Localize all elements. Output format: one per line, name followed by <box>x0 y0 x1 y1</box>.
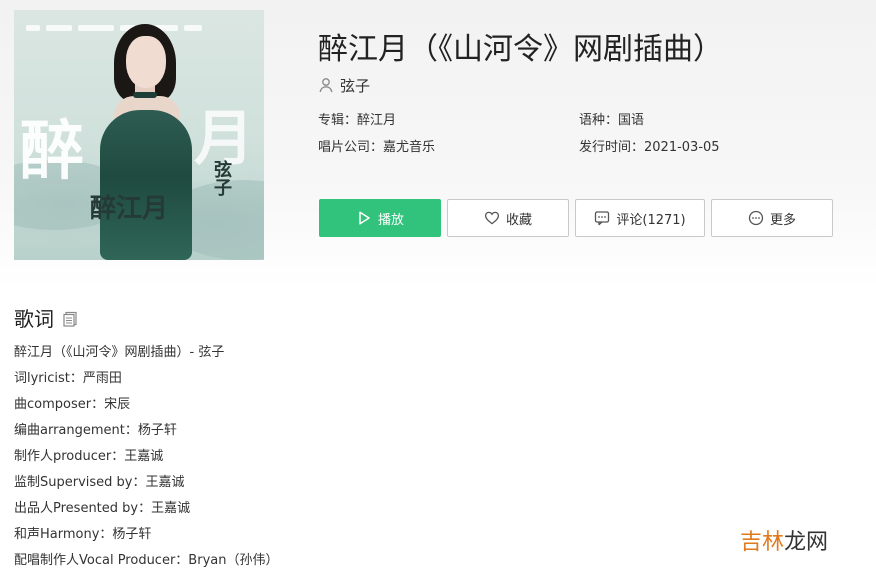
copy-icon[interactable] <box>62 311 78 327</box>
album-cover[interactable]: 醉 月 醉江月 弦子 <box>14 10 264 260</box>
site-watermark: 吉林龙网 <box>740 524 828 556</box>
lyric-line: 曲composer：宋辰 <box>14 397 131 412</box>
cover-calligraphy-left: 醉 <box>20 114 84 189</box>
more-button[interactable]: 更多 <box>711 199 833 237</box>
cover-singer-choker <box>133 92 157 98</box>
release-info: 发行时间：2021-03-05 <box>579 136 720 155</box>
lyrics-heading: 歌词 <box>14 303 78 332</box>
lyric-line: 编曲arrangement：杨子轩 <box>14 423 177 438</box>
play-button-label: 播放 <box>377 212 404 228</box>
watermark-part-1: 吉林 <box>740 530 785 555</box>
cover-calligraphy-artist: 弦子 <box>211 160 232 196</box>
cover-calligraphy-title: 醉江月 <box>90 194 169 224</box>
song-title: 醉江月（《山河令》网剧插曲） <box>318 32 723 67</box>
comment-button[interactable]: 评论(1271) <box>575 199 705 237</box>
lyric-line: 制作人producer：王嘉诚 <box>14 449 164 464</box>
lyric-line: 监制Supervised by：王嘉诚 <box>14 475 185 490</box>
company-value: 嘉尤音乐 <box>383 140 436 155</box>
company-label: 唱片公司： <box>318 140 384 155</box>
lyric-line: 和声Harmony：杨子轩 <box>14 527 152 542</box>
language-value: 国语 <box>618 113 645 128</box>
cover-singer-dress <box>100 110 192 260</box>
comment-button-label: 评论(1271) <box>616 212 686 228</box>
heart-icon <box>484 211 500 225</box>
favorite-button[interactable]: 收藏 <box>447 199 569 237</box>
release-value: 2021-03-05 <box>644 140 720 155</box>
company-info: 唱片公司：嘉尤音乐 <box>318 136 435 155</box>
album-value[interactable]: 醉江月 <box>357 113 396 128</box>
play-icon <box>359 211 370 225</box>
more-button-label: 更多 <box>769 212 796 228</box>
lyrics-list: 醉江月（《山河令》网剧插曲）- 弦子 词lyricist：严雨田 曲compos… <box>14 343 278 574</box>
lyric-line: 出品人Presented by：王嘉诚 <box>14 501 191 516</box>
lyrics-heading-label: 歌词 <box>14 307 54 331</box>
lyric-line: 配唱制作人Vocal Producer：Bryan（孙伟） <box>14 553 279 568</box>
watermark-part-2: 龙网 <box>784 530 829 555</box>
play-button[interactable]: 播放 <box>319 199 441 237</box>
album-label: 专辑： <box>318 113 358 128</box>
album-info: 专辑：醉江月 <box>318 109 396 128</box>
more-icon <box>748 210 764 226</box>
singer-name: 弦子 <box>340 76 371 95</box>
favorite-button-label: 收藏 <box>505 212 532 228</box>
lyric-line: 词lyricist：严雨田 <box>14 371 122 386</box>
language-label: 语种： <box>579 113 619 128</box>
singer-link[interactable]: 弦子 <box>318 74 370 96</box>
language-info: 语种：国语 <box>579 109 644 128</box>
release-label: 发行时间： <box>579 140 645 155</box>
comment-icon <box>595 211 610 226</box>
cover-singer-face <box>126 36 166 88</box>
user-icon <box>319 78 333 93</box>
lyric-line: 醉江月（《山河令》网剧插曲）- 弦子 <box>14 345 225 360</box>
